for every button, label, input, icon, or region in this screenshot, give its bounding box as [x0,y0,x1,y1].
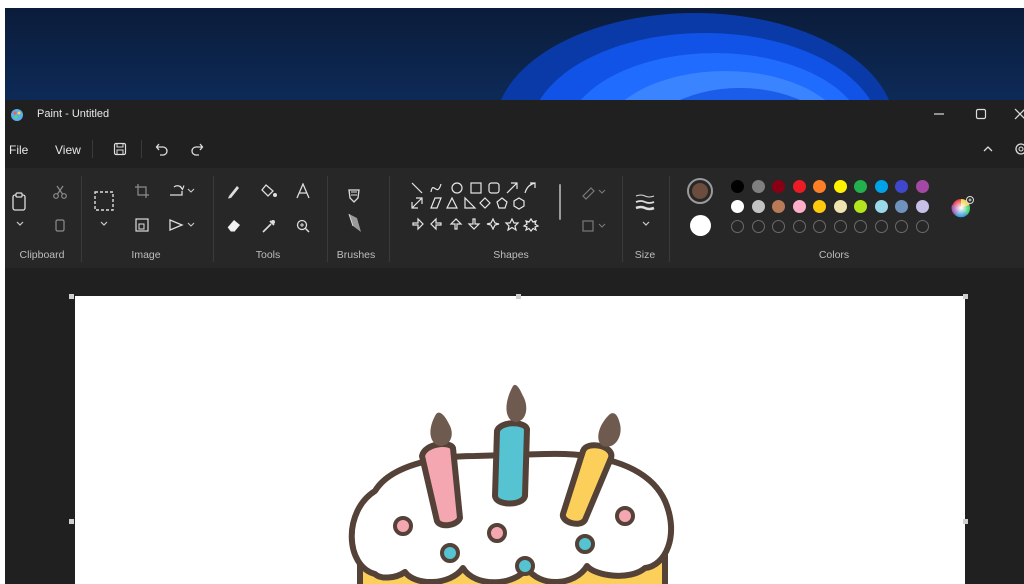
custom-color-slot[interactable] [854,220,867,233]
canvas-handle-right-middle[interactable] [963,519,968,524]
palette-swatch[interactable] [833,180,847,193]
shapes-group-label: Shapes [493,249,529,261]
minimize-icon[interactable] [933,108,945,120]
palette-swatch[interactable] [813,180,826,193]
magnifier-icon[interactable] [295,218,311,234]
image-group-label: Image [131,249,161,261]
select-dropdown-icon[interactable] [99,220,109,228]
undo-icon[interactable] [155,142,169,156]
palette-swatch[interactable] [731,200,744,213]
canvas-handle-left-middle[interactable] [69,519,74,524]
palette-swatch[interactable] [751,180,765,193]
canvas-handle-top-center[interactable] [516,294,521,299]
rotate-icon[interactable] [168,183,196,199]
custom-color-slot[interactable] [833,220,847,233]
size-dropdown-icon[interactable] [641,220,651,228]
pencil-icon[interactable] [226,183,242,199]
colors-group-label: Colors [818,249,850,261]
palette-swatch[interactable] [792,180,806,193]
canvas-handle-top-left[interactable] [69,294,74,299]
palette-swatch[interactable] [772,200,785,213]
palette-swatch[interactable] [813,200,826,213]
palette-swatch[interactable] [731,180,744,193]
clipboard-paste-icon[interactable] [11,192,27,212]
outline-icon[interactable] [581,184,609,200]
shapes-scrollbar[interactable] [559,184,561,220]
shape-fill-icon[interactable] [581,218,609,234]
palette-swatch[interactable] [874,180,888,193]
collapse-ribbon-icon[interactable] [982,144,994,154]
palette-swatch[interactable] [792,200,806,213]
edit-colors-icon[interactable] [950,194,976,220]
settings-icon[interactable] [1013,141,1024,157]
palette-swatch[interactable] [854,200,867,213]
text-icon[interactable] [295,183,311,199]
brush-icon[interactable] [343,186,365,236]
palette-swatch[interactable] [772,180,785,193]
paint-window: Paint - Untitled File View Clipboard Ima… [5,100,1024,584]
custom-color-slot[interactable] [772,220,785,233]
palette-swatch[interactable] [895,180,908,193]
title-bar: Paint - Untitled [5,100,1024,130]
file-menu[interactable]: File [9,143,28,157]
color-picker-icon[interactable] [261,218,277,234]
custom-color-slot[interactable] [792,220,806,233]
custom-color-slot[interactable] [874,220,888,233]
cake-drawing [348,384,675,584]
canvas-handle-top-right[interactable] [963,294,968,299]
maximize-icon[interactable] [975,108,987,120]
crop-icon[interactable] [134,183,150,199]
custom-color-slot[interactable] [751,220,765,233]
paste-dropdown-icon[interactable] [15,220,25,228]
drawing-canvas[interactable] [75,296,965,584]
secondary-color[interactable] [690,215,711,236]
window-title: Paint - Untitled [37,108,110,120]
custom-color-slot[interactable] [813,220,826,233]
palette-swatch[interactable] [833,200,847,213]
cut-icon[interactable] [52,184,68,200]
view-menu[interactable]: View [55,143,81,157]
brushes-group-label: Brushes [336,249,376,261]
palette-swatch[interactable] [751,200,765,213]
curve-shape-icon [430,183,442,193]
flip-icon[interactable] [168,218,196,232]
custom-color-slot[interactable] [915,220,929,233]
fill-icon[interactable] [260,183,278,199]
resize-icon[interactable] [134,217,150,233]
save-icon[interactable] [113,142,127,156]
size-group-label: Size [634,249,656,261]
clipboard-group-label: Clipboard [19,249,65,261]
palette-swatch[interactable] [915,200,929,213]
shapes-gallery[interactable] [405,178,555,238]
menu-bar: File View [5,130,1024,168]
tools-group-label: Tools [255,249,281,261]
paint-app-icon [11,109,23,121]
eraser-icon[interactable] [226,218,242,232]
select-icon[interactable] [93,190,115,212]
copy-icon[interactable] [53,217,67,233]
primary-color-swatch [692,183,708,199]
color-palette [731,180,937,240]
palette-swatch[interactable] [874,200,888,213]
close-icon[interactable] [1014,108,1024,120]
palette-swatch[interactable] [895,200,908,213]
line-shape-icon [411,182,423,194]
palette-swatch[interactable] [915,180,929,193]
palette-swatch[interactable] [854,180,867,193]
size-lines-icon[interactable] [633,192,657,212]
desktop-wallpaper [5,8,1024,100]
primary-color[interactable] [687,178,713,204]
custom-color-slot[interactable] [731,220,744,233]
redo-icon[interactable] [190,142,204,156]
custom-color-slot[interactable] [895,220,908,233]
